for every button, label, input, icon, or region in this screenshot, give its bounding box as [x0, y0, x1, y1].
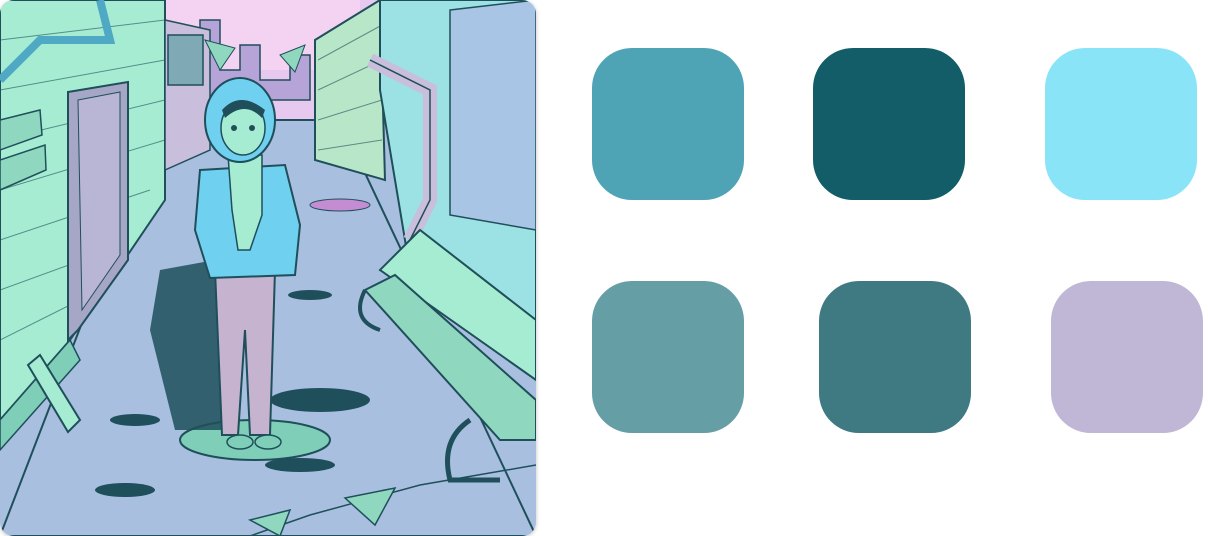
palette-swatch[interactable] — [592, 48, 744, 200]
artwork-image[interactable] — [0, 0, 536, 536]
palette-view — [0, 0, 1208, 536]
palette-swatch[interactable] — [592, 281, 744, 433]
alley-illustration — [0, 0, 536, 536]
palette-swatch[interactable] — [819, 281, 971, 433]
palette-swatch[interactable] — [1045, 48, 1197, 200]
palette-swatch[interactable] — [813, 48, 965, 200]
palette-swatch[interactable] — [1051, 281, 1203, 433]
